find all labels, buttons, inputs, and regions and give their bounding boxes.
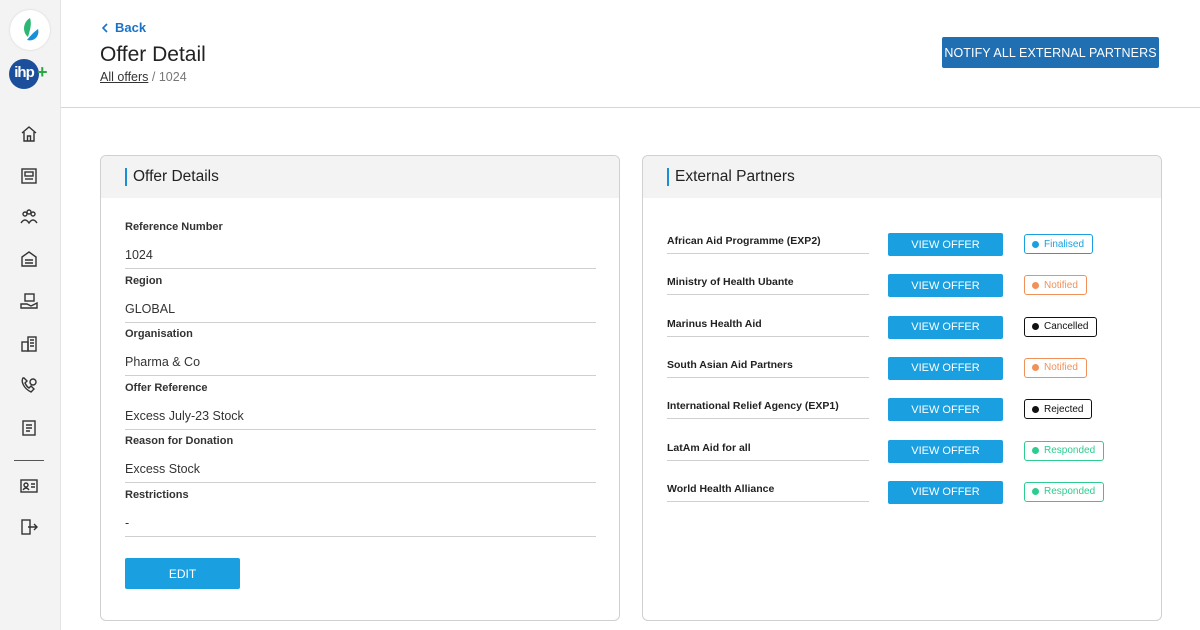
donation-icon[interactable]	[19, 291, 39, 311]
field-offer-reference: Offer Reference Excess July-23 Stock	[125, 382, 596, 430]
field-label: Offer Reference	[125, 381, 208, 394]
status-dot-icon	[1032, 240, 1039, 248]
warehouse-icon[interactable]	[19, 249, 39, 269]
status-badge: Responded	[1024, 481, 1105, 502]
status-label: Notified	[1044, 279, 1078, 291]
external-partners-header: External Partners	[643, 156, 1161, 198]
status-label: Notified	[1044, 362, 1078, 374]
status-label: Responded	[1044, 445, 1096, 456]
status-badge: Responded	[1024, 440, 1105, 461]
health-icon[interactable]	[19, 375, 39, 395]
partner-name: African Aid Programme (EXP2)	[667, 235, 869, 254]
home-icon[interactable]	[19, 124, 39, 144]
field-value: Excess Stock	[125, 462, 596, 483]
view-offer-button[interactable]: VIEW OFFER	[888, 398, 1003, 422]
offer-details-title: Offer Details	[133, 168, 219, 185]
field-value: 1024	[125, 248, 596, 269]
status-label: Cancelled	[1044, 321, 1089, 333]
plus-icon: +	[37, 62, 48, 82]
title-accent-bar	[125, 168, 127, 186]
back-link[interactable]: Back	[101, 20, 146, 35]
partners-icon[interactable]	[19, 207, 39, 227]
partner-name: International Relief Agency (EXP1)	[667, 400, 869, 420]
field-label: Reference Number	[125, 221, 223, 233]
view-offer-button[interactable]: VIEW OFFER	[888, 233, 1003, 256]
field-label: Reason for Donation	[125, 435, 234, 447]
ihp-logo-text: ihp	[9, 59, 39, 89]
status-label: Rejected	[1044, 403, 1084, 415]
breadcrumb: All offers / 1024	[100, 70, 187, 84]
offers-icon[interactable]	[19, 166, 39, 186]
status-badge: Notified	[1024, 275, 1087, 296]
field-label: Region	[125, 274, 163, 287]
ihp-logo: ihp +	[9, 59, 53, 93]
field-reason-for-donation: Reason for Donation Excess Stock	[125, 435, 596, 483]
external-partners-card: External Partners African Aid Programme …	[642, 155, 1162, 621]
field-label: Organisation	[125, 328, 193, 340]
chevron-left-icon	[101, 22, 108, 33]
external-partners-title: External Partners	[675, 168, 795, 185]
view-offer-button[interactable]: VIEW OFFER	[888, 439, 1003, 463]
partner-row: Ministry of Health Ubante VIEW OFFER Notif…	[667, 274, 1127, 298]
partner-name: Marinus Health Aid	[667, 318, 869, 337]
page-title: Offer Detail	[100, 43, 206, 66]
status-dot-icon	[1032, 405, 1039, 413]
view-offer-button[interactable]: VIEW OFFER	[888, 274, 1003, 298]
offer-details-header: Offer Details	[101, 156, 619, 198]
partner-row: South Asian Aid Partners VIEW OFFER Notifi…	[667, 356, 1127, 381]
offer-details-card: Offer Details Reference Number 1024 Region…	[100, 155, 620, 621]
status-badge: Rejected	[1024, 399, 1093, 420]
status-badge: Finalised	[1024, 234, 1094, 254]
back-label: Back	[115, 20, 147, 35]
status-label: Responded	[1044, 486, 1096, 498]
partner-row: International Relief Agency (EXP1) VIEW O…	[667, 398, 1127, 422]
profile-icon[interactable]	[19, 476, 39, 496]
sidebar: ihp +	[0, 0, 61, 630]
field-value: GLOBAL	[125, 302, 596, 323]
partner-name: LatAm Aid for all	[667, 442, 869, 461]
status-dot-icon	[1032, 281, 1039, 289]
field-value: Pharma & Co	[125, 355, 596, 376]
field-restrictions: Restrictions -	[125, 489, 596, 537]
partner-row: LatAm Aid for all VIEW OFFER Responded	[667, 439, 1127, 464]
field-region: Region GLOBAL	[125, 275, 596, 323]
header-divider	[61, 107, 1200, 108]
status-dot-icon	[1032, 447, 1039, 454]
reports-icon[interactable]	[19, 418, 39, 438]
status-label: Finalised	[1044, 238, 1085, 250]
partner-name: Ministry of Health Ubante	[667, 276, 869, 296]
logout-icon[interactable]	[19, 517, 39, 537]
notify-all-partners-button[interactable]: NOTIFY ALL EXTERNAL PARTNERS	[942, 37, 1159, 68]
field-label: Restrictions	[125, 488, 189, 501]
title-accent-bar	[667, 168, 669, 186]
partner-name: South Asian Aid Partners	[667, 359, 869, 378]
sidebar-divider	[14, 460, 44, 461]
partner-row: Marinus Health Aid VIEW OFFER Cancelled	[667, 315, 1127, 340]
status-dot-icon	[1032, 488, 1039, 496]
partner-name: World Health Alliance	[667, 483, 869, 502]
edit-button[interactable]: EDIT	[125, 558, 240, 589]
breadcrumb-all-offers[interactable]: All offers	[100, 70, 148, 84]
field-organisation: Organisation Pharma & Co	[125, 328, 596, 376]
view-offer-button[interactable]: VIEW OFFER	[888, 480, 1003, 504]
field-reference-number: Reference Number 1024	[125, 221, 596, 269]
partner-row: African Aid Programme (EXP2) VIEW OFFER Fi…	[667, 233, 1127, 257]
field-value: -	[125, 516, 596, 537]
status-dot-icon	[1032, 364, 1039, 372]
status-dot-icon	[1032, 323, 1039, 331]
organisations-icon[interactable]	[19, 334, 39, 354]
breadcrumb-separator: /	[151, 70, 156, 84]
app-logo[interactable]	[10, 10, 50, 50]
status-badge: Notified	[1024, 357, 1087, 378]
partner-row: World Health Alliance VIEW OFFER Responded	[667, 480, 1127, 505]
view-offer-button[interactable]: VIEW OFFER	[888, 315, 1003, 339]
field-value: Excess July-23 Stock	[125, 409, 596, 430]
view-offer-button[interactable]: VIEW OFFER	[888, 356, 1003, 380]
breadcrumb-current: 1024	[158, 70, 187, 84]
status-badge: Cancelled	[1024, 316, 1098, 337]
